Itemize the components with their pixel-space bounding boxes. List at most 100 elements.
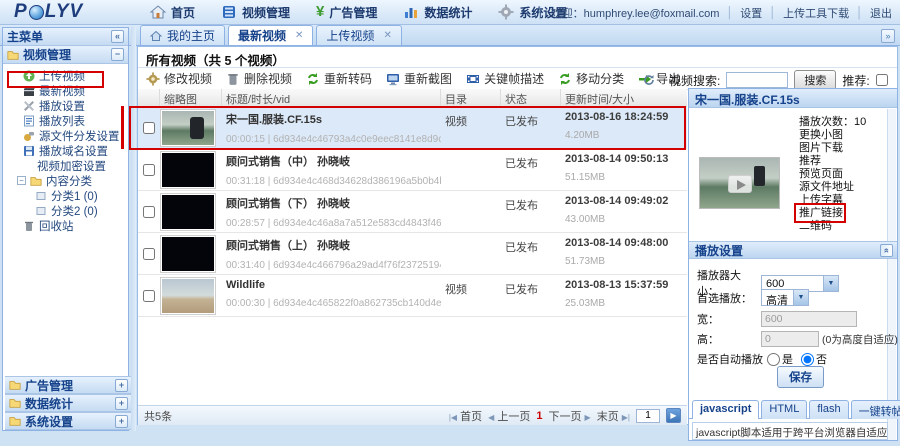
- tree-collapse-icon[interactable]: −: [17, 176, 26, 185]
- autoplay-no-radio[interactable]: [801, 353, 814, 366]
- search-button[interactable]: 搜索: [794, 70, 836, 90]
- panel-collapse-icon[interactable]: »: [881, 29, 895, 43]
- expand-plus-icon[interactable]: +: [115, 415, 128, 428]
- row-checkbox[interactable]: [143, 206, 155, 218]
- sidebar-item-video-encryption[interactable]: 视频加密设置: [3, 158, 128, 173]
- sidebar-item-play-domain[interactable]: 播放域名设置: [3, 143, 128, 158]
- sidebar-tree-content-category[interactable]: − 内容分类: [3, 173, 128, 188]
- move-category-button[interactable]: 移动分类: [556, 69, 626, 88]
- header-directory[interactable]: 目录: [441, 89, 501, 106]
- table-row[interactable]: Wildlife 00:00:30 | 6d934e4c465822f0a862…: [138, 275, 687, 317]
- row-checkbox[interactable]: [143, 122, 155, 134]
- logout-link[interactable]: 退出: [870, 5, 892, 21]
- video-search-input[interactable]: [726, 72, 788, 88]
- video-thumbnail[interactable]: [160, 151, 216, 189]
- upload-tool-link[interactable]: 上传工具下载: [783, 5, 849, 21]
- width-input[interactable]: [761, 311, 857, 327]
- sidebar-splitter[interactable]: [131, 27, 136, 431]
- play-icon[interactable]: [728, 175, 752, 193]
- row-checkbox[interactable]: [143, 290, 155, 302]
- next-page-button[interactable]: 下一页 ▶: [548, 408, 590, 424]
- tab-flash[interactable]: flash: [809, 400, 848, 419]
- collapse-minus-icon[interactable]: −: [111, 48, 124, 61]
- change-thumb-link[interactable]: 更换小图: [799, 129, 866, 142]
- detail-scrollbar[interactable]: [887, 109, 896, 440]
- video-title[interactable]: 顾问式销售（上） 孙晓岐: [226, 237, 441, 253]
- table-row[interactable]: 顾问式销售（上） 孙晓岐 00:31:40 | 6d934e4c466796a2…: [138, 233, 687, 275]
- nav-home[interactable]: 首页: [150, 4, 195, 21]
- tab-html[interactable]: HTML: [761, 400, 807, 419]
- sidebar-item-latest-videos[interactable]: 最新视频: [3, 83, 128, 98]
- qrcode-link[interactable]: 二维码: [799, 220, 866, 233]
- close-icon[interactable]: ✕: [295, 30, 303, 41]
- recommend-link[interactable]: 推荐: [799, 155, 866, 168]
- quality-select[interactable]: 高清 ▼: [761, 289, 809, 306]
- header-title-vid[interactable]: 标题/时长/vid: [222, 89, 441, 106]
- preview-thumbnail[interactable]: [699, 157, 780, 209]
- nav-video-management[interactable]: 视频管理: [221, 4, 290, 21]
- header-updated[interactable]: 更新时间/大小: [561, 89, 687, 106]
- save-button[interactable]: 保存: [777, 366, 824, 388]
- page-input[interactable]: [636, 409, 660, 423]
- video-thumbnail[interactable]: [160, 277, 216, 315]
- image-download-link[interactable]: 图片下载: [799, 142, 866, 155]
- table-row[interactable]: 宋一国.服装.CF.15s 00:00:15 | 6d934e4c46793a4…: [138, 107, 687, 149]
- preview-page-link[interactable]: 预览页面: [799, 168, 866, 181]
- height-input[interactable]: [761, 331, 819, 347]
- prev-page-button[interactable]: ◀ 上一页: [488, 408, 530, 424]
- source-file-link[interactable]: 源文件地址: [799, 181, 866, 194]
- sidebar-item-category-2[interactable]: 分类2 (0): [3, 203, 128, 218]
- row-checkbox[interactable]: [143, 248, 155, 260]
- sidebar-section-ad[interactable]: 广告管理 +: [5, 376, 132, 394]
- first-page-button[interactable]: |◀ 首页: [449, 408, 482, 424]
- expand-plus-icon[interactable]: +: [115, 379, 128, 392]
- refresh-icon[interactable]: [643, 74, 655, 86]
- last-page-button[interactable]: 末页 ▶|: [597, 408, 630, 424]
- edit-video-button[interactable]: 修改视频: [144, 69, 214, 88]
- sidebar-section-system[interactable]: 系统设置 +: [5, 412, 132, 430]
- video-thumbnail[interactable]: [160, 235, 216, 273]
- video-title[interactable]: 顾问式销售（中） 孙晓岐: [226, 153, 441, 169]
- sidebar-section-stats[interactable]: 数据统计 +: [5, 394, 132, 412]
- button-label: 修改视频: [164, 70, 212, 87]
- video-table: 缩略图 标题/时长/vid 目录 状态 更新时间/大小 宋一国.服装.CF.15…: [138, 89, 687, 317]
- retranscode-button[interactable]: 重新转码: [304, 69, 374, 88]
- expand-plus-icon[interactable]: +: [115, 397, 128, 410]
- collapse-up-icon[interactable]: «: [880, 244, 893, 257]
- recommend-checkbox[interactable]: [876, 74, 888, 86]
- table-row[interactable]: 顾问式销售（下） 孙晓岐 00:28:57 | 6d934e4c46a8a7a5…: [138, 191, 687, 233]
- settings-link[interactable]: 设置: [740, 5, 762, 21]
- tab-latest-videos[interactable]: 最新视频 ✕: [228, 25, 313, 45]
- autoplay-yes-radio[interactable]: [767, 353, 780, 366]
- video-thumbnail[interactable]: [160, 193, 216, 231]
- video-title[interactable]: 顾问式销售（下） 孙晓岐: [226, 195, 441, 211]
- sidebar-item-playlist[interactable]: 播放列表: [3, 113, 128, 128]
- table-row[interactable]: 顾问式销售（中） 孙晓岐 00:31:18 | 6d934e4c468d3462…: [138, 149, 687, 191]
- nav-ad-management[interactable]: ¥ 广告管理: [316, 4, 377, 21]
- video-thumbnail[interactable]: [160, 109, 216, 147]
- promo-link[interactable]: 推广链接: [799, 207, 866, 220]
- tab-one-click[interactable]: 一键转帖: [851, 400, 900, 419]
- delete-video-button[interactable]: 删除视频: [224, 69, 294, 88]
- rescreenshot-button[interactable]: 重新截图: [384, 69, 454, 88]
- sidebar-item-category-1[interactable]: 分类1 (0): [3, 188, 128, 203]
- sidebar-item-recycle-bin[interactable]: 回收站: [3, 218, 128, 233]
- sidebar-item-play-settings[interactable]: 播放设置: [3, 98, 128, 113]
- video-title[interactable]: 宋一国.服装.CF.15s: [226, 111, 441, 127]
- tab-javascript[interactable]: javascript: [692, 400, 759, 419]
- row-checkbox[interactable]: [143, 164, 155, 176]
- upload-subtitle-link[interactable]: 上传字幕: [799, 194, 866, 207]
- go-page-button[interactable]: ▶: [666, 408, 681, 423]
- header-status[interactable]: 状态: [501, 89, 561, 106]
- tab-upload-video[interactable]: 上传视频 ✕: [316, 25, 401, 45]
- sidebar-item-upload-video[interactable]: 上传视频: [3, 68, 128, 83]
- video-title[interactable]: Wildlife: [226, 279, 441, 291]
- keyframe-desc-button[interactable]: 关键帧描述: [464, 69, 546, 88]
- nav-statistics[interactable]: 数据统计: [403, 4, 472, 21]
- sidebar-item-source-distribution[interactable]: 源文件分发设置: [3, 128, 128, 143]
- sidebar-collapse-icon[interactable]: «: [111, 30, 124, 43]
- close-icon[interactable]: ✕: [383, 30, 391, 41]
- header-thumbnail[interactable]: 缩略图: [160, 89, 222, 106]
- sidebar-section-video[interactable]: 视频管理 −: [3, 46, 128, 64]
- tab-my-home[interactable]: 我的主页: [140, 25, 225, 45]
